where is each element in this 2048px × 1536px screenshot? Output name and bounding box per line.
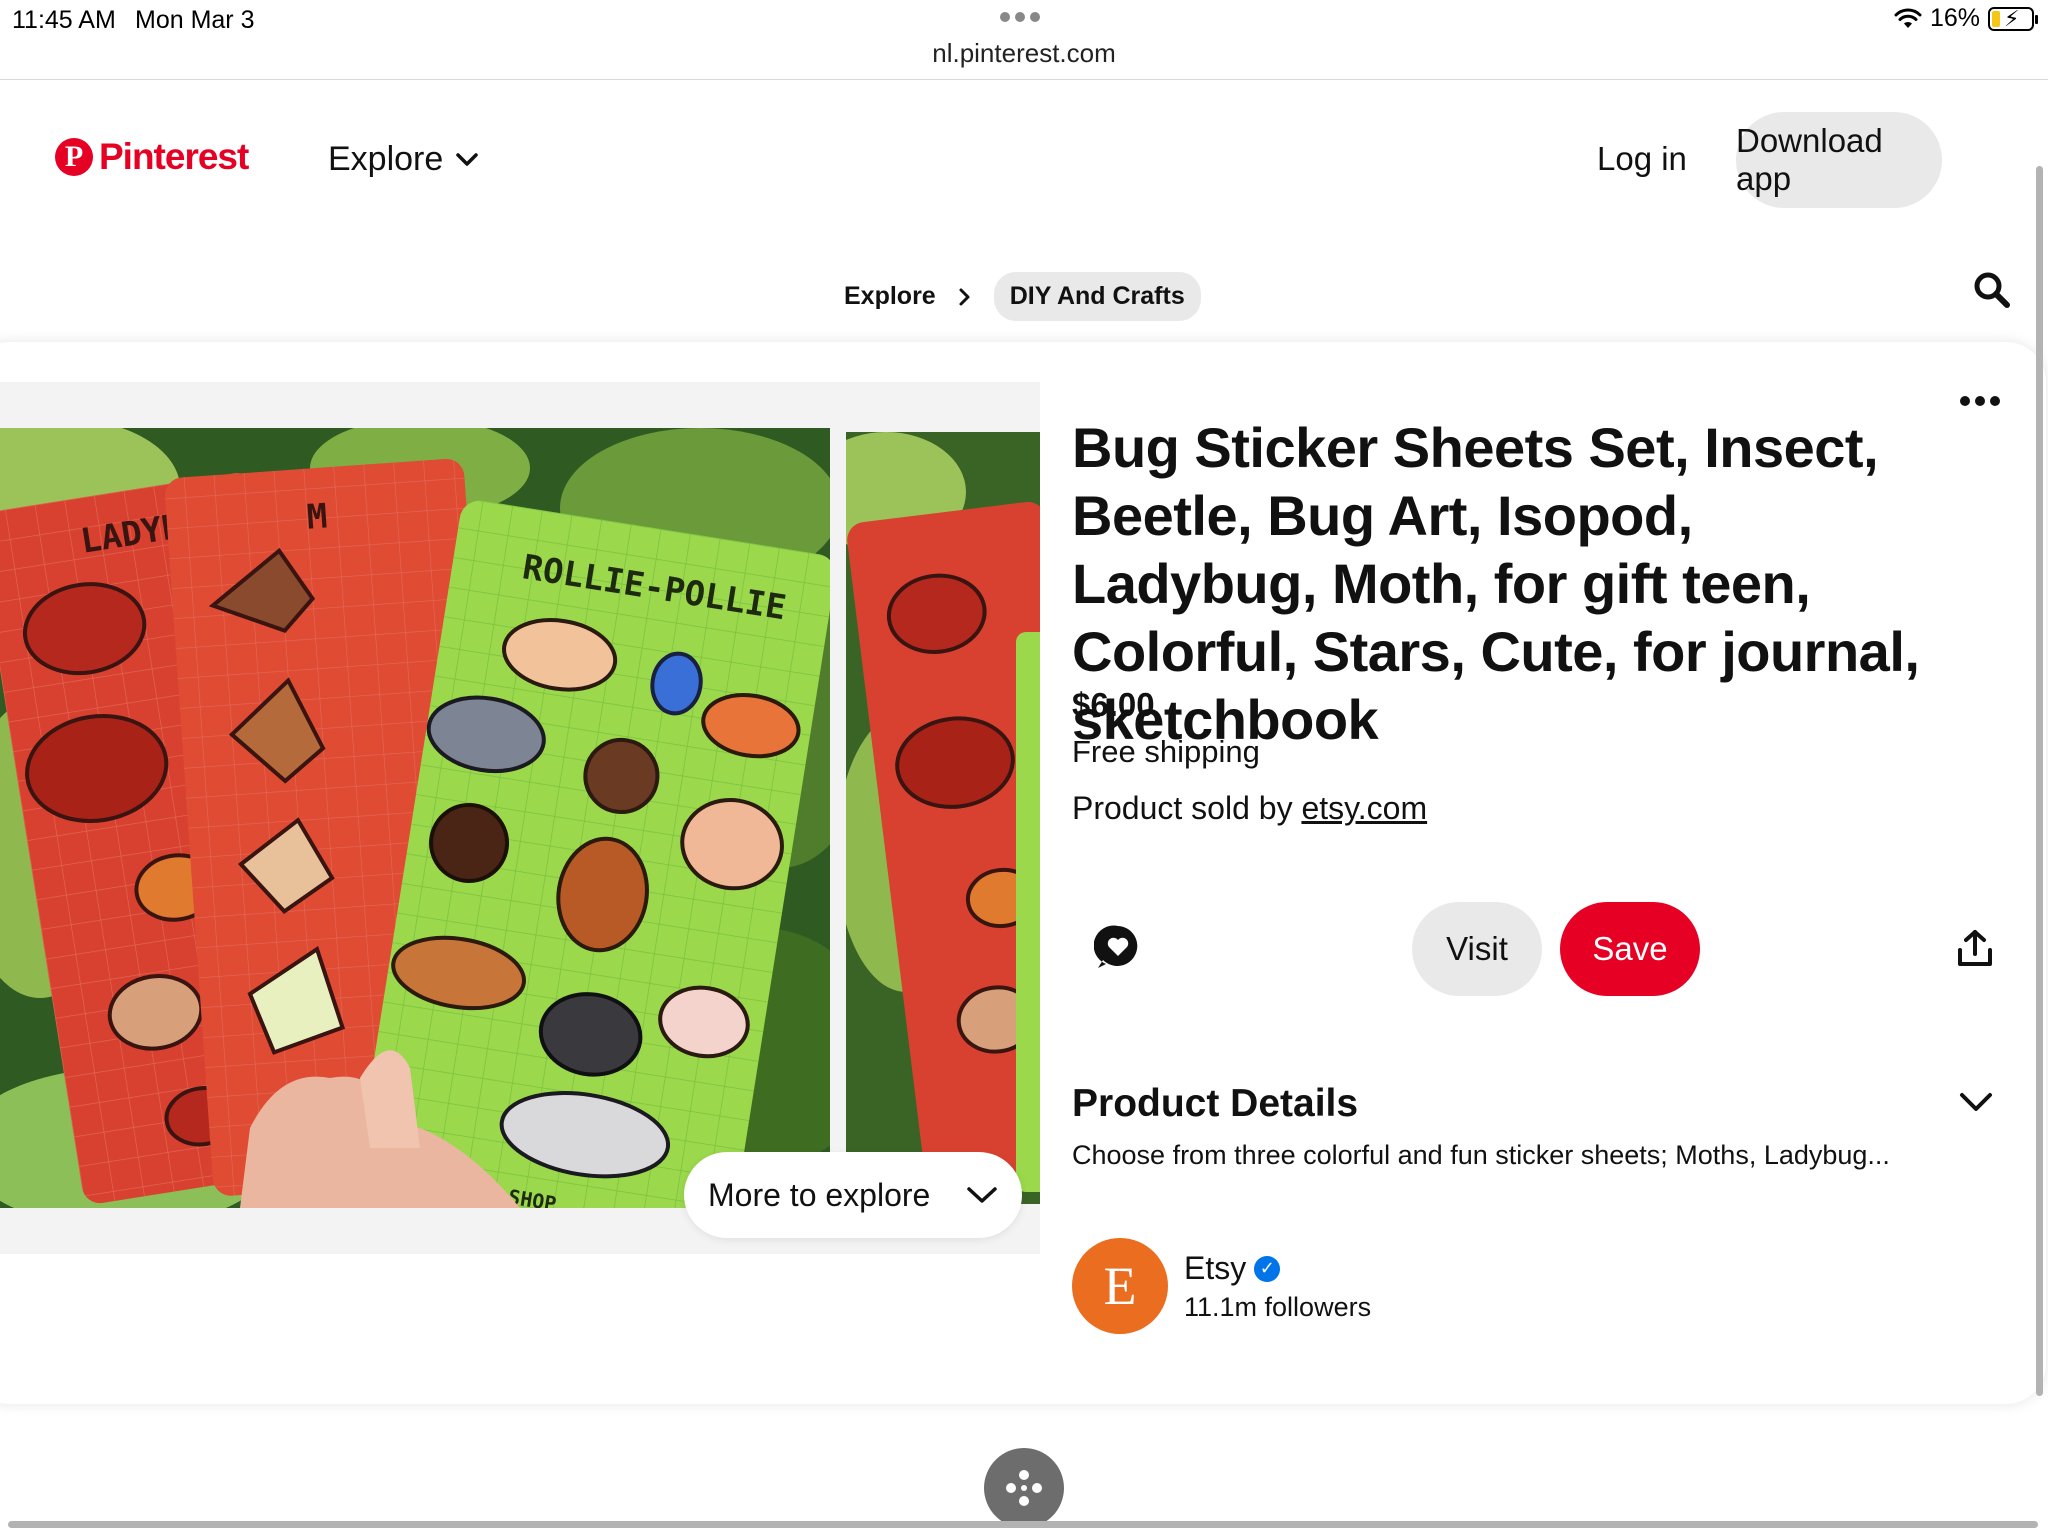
pinterest-logo-icon: P bbox=[55, 138, 93, 176]
status-bar: 11:45 AM Mon Mar 3 nl.pinterest.com 16% … bbox=[0, 0, 2048, 80]
pin-image-secondary[interactable] bbox=[846, 432, 1040, 1204]
visit-button[interactable]: Visit bbox=[1412, 902, 1542, 996]
chevron-down-icon bbox=[1960, 1093, 1992, 1111]
seller-link[interactable]: etsy.com bbox=[1301, 790, 1427, 826]
share-button[interactable] bbox=[1955, 928, 1995, 973]
product-details-heading[interactable]: Product Details bbox=[1072, 1082, 1358, 1126]
chevron-right-icon bbox=[959, 288, 970, 305]
pin-title: Bug Sticker Sheets Set, Insect, Beetle, … bbox=[1072, 416, 1920, 751]
follower-count: 11.1m followers bbox=[1184, 1292, 1372, 1322]
horizontal-scrollbar[interactable] bbox=[8, 1521, 2038, 1528]
sheet-label-moth: M bbox=[306, 496, 329, 537]
chevron-down-icon bbox=[456, 152, 479, 166]
gestures-icon bbox=[1006, 1470, 1042, 1506]
avatar[interactable]: E bbox=[1072, 1238, 1168, 1334]
search-icon bbox=[1974, 272, 2010, 308]
comment-icon bbox=[1093, 925, 1138, 968]
chevron-down-icon bbox=[967, 1187, 997, 1203]
breadcrumb-explore[interactable]: Explore bbox=[844, 282, 936, 311]
verified-icon: ✓ bbox=[1254, 1255, 1281, 1282]
status-right: 16% ⚡ bbox=[1894, 4, 2038, 33]
share-icon bbox=[1958, 930, 1992, 966]
login-link[interactable]: Log in bbox=[1597, 140, 1687, 178]
address-bar-url[interactable]: nl.pinterest.com bbox=[0, 38, 2048, 69]
creator-name-label: Etsy bbox=[1184, 1250, 1247, 1286]
pin-image-main[interactable]: LADYB M ROLLIE-POLLIE SHOP bbox=[0, 428, 830, 1208]
product-details-description: Choose from three colorful and fun stick… bbox=[1072, 1140, 1890, 1170]
gestures-button[interactable] bbox=[984, 1448, 1064, 1528]
save-button[interactable]: Save bbox=[1560, 902, 1700, 996]
explore-label: Explore bbox=[328, 140, 444, 178]
sold-by: Product sold by etsy.com bbox=[1072, 790, 1427, 827]
wifi-icon bbox=[1894, 8, 1922, 28]
brand-name: Pinterest bbox=[99, 136, 249, 177]
sold-by-prefix: Product sold by bbox=[1072, 790, 1293, 826]
price: $6.00 bbox=[1072, 686, 1155, 723]
breadcrumb-diy-crafts[interactable]: DIY And Crafts bbox=[993, 272, 1201, 321]
comment-button[interactable] bbox=[1093, 923, 1142, 976]
sticker-sheets-photo-2 bbox=[846, 432, 1040, 1204]
product-details-toggle[interactable] bbox=[1958, 1090, 1994, 1119]
creator-name[interactable]: Etsy ✓ bbox=[1184, 1250, 1281, 1287]
breadcrumb: Explore DIY And Crafts bbox=[844, 272, 1201, 321]
more-options-icon[interactable] bbox=[1960, 396, 2000, 406]
battery-percent: 16% bbox=[1929, 4, 1980, 32]
explore-dropdown[interactable]: Explore bbox=[328, 140, 479, 179]
more-to-explore-button[interactable]: More to explore bbox=[684, 1152, 1022, 1238]
vertical-scrollbar[interactable] bbox=[2036, 166, 2043, 1396]
shipping-info: Free shipping bbox=[1072, 734, 1260, 769]
download-app-button[interactable]: Download app bbox=[1736, 112, 1942, 208]
battery-icon: ⚡ bbox=[1988, 6, 2038, 31]
sticker-sheets-photo: LADYB M ROLLIE-POLLIE SHOP bbox=[0, 428, 830, 1208]
status-date: Mon Mar 3 bbox=[135, 6, 255, 34]
more-to-explore-label: More to explore bbox=[708, 1176, 931, 1213]
search-button[interactable] bbox=[1972, 270, 2012, 315]
status-time: 11:45 AM bbox=[12, 6, 116, 34]
multitask-dots-icon[interactable] bbox=[1000, 12, 1040, 22]
pinterest-logo[interactable]: P Pinterest bbox=[55, 136, 249, 178]
